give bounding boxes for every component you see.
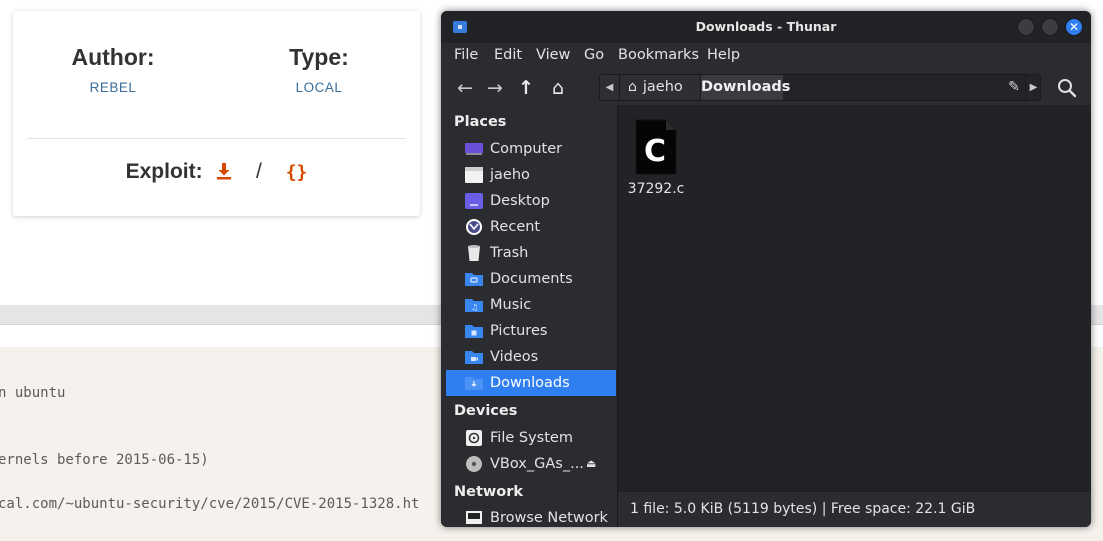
sidebar-item-jaeho[interactable]: jaeho — [446, 162, 616, 188]
toolbar: ← → ↑ ⌂ ◀ ⌂ jaeho Downloads ✎ ▶ — [441, 71, 1091, 105]
menu-go[interactable]: Go — [584, 47, 604, 63]
network-icon — [464, 509, 484, 527]
type-value-link[interactable]: LOCAL — [219, 80, 419, 95]
path-segment-home[interactable]: ⌂ jaeho — [620, 75, 701, 100]
sidebar-item-label: Trash — [490, 245, 529, 261]
path-scroll-right-icon[interactable]: ▶ — [1025, 75, 1041, 100]
file-name: 37292.c — [627, 181, 685, 197]
c-source-file-icon: C — [634, 119, 678, 175]
close-button[interactable]: ✕ — [1065, 18, 1083, 36]
sidebar-item-pictures[interactable]: Pictures — [446, 318, 616, 344]
sidebar-item-desktop[interactable]: Desktop — [446, 188, 616, 214]
music-folder-icon: ♫ — [464, 296, 484, 314]
window-title: Downloads - Thunar — [695, 19, 837, 34]
sidebar-item-downloads[interactable]: Downloads — [446, 370, 616, 396]
forward-arrow-icon[interactable]: → — [483, 76, 507, 100]
exploit-label: Exploit: — [125, 160, 203, 183]
exploit-separator: / — [256, 160, 262, 183]
computer-icon — [464, 140, 484, 158]
videos-folder-icon — [464, 348, 484, 366]
path-scroll-left-icon[interactable]: ◀ — [600, 75, 620, 100]
title-bar[interactable]: Downloads - Thunar ✕ — [441, 11, 1091, 43]
sidebar-item-vbox-gas[interactable]: VBox_GAs_... ⏏ — [446, 451, 616, 477]
card-divider — [27, 138, 406, 139]
sidebar-item-label: jaeho — [490, 167, 530, 183]
menu-file[interactable]: File — [454, 47, 478, 63]
drive-icon — [464, 429, 484, 447]
sidebar-item-label: VBox_GAs_... — [490, 456, 584, 472]
sidebar: Places Computer jaeho Desktop Recent Tra… — [441, 105, 617, 527]
eject-icon[interactable]: ⏏ — [586, 451, 596, 477]
file-view[interactable]: C 37292.c — [618, 105, 1091, 496]
downloads-folder-icon — [464, 374, 484, 392]
path-segment-home-label: jaeho — [642, 79, 683, 95]
code-line: ernels before 2015-06-15) — [0, 452, 209, 468]
author-block: Author: REBEL — [13, 44, 213, 95]
sidebar-item-label: Recent — [490, 219, 541, 235]
optical-disc-icon — [464, 455, 484, 473]
menu-bar: File Edit View Go Bookmarks Help — [441, 43, 1091, 71]
exploit-info-card: Author: REBEL Type: LOCAL Exploit: / {} — [13, 11, 420, 216]
sidebar-item-label: Desktop — [490, 193, 550, 209]
devices-header: Devices — [454, 403, 518, 419]
places-header: Places — [454, 114, 507, 130]
type-label: Type: — [289, 44, 349, 70]
sidebar-item-videos[interactable]: Videos — [446, 344, 616, 370]
sidebar-item-file-system[interactable]: File System — [446, 425, 616, 451]
home-icon: ⌂ — [628, 79, 637, 95]
code-line: cal.com/~ubuntu-security/cve/2015/CVE-20… — [0, 496, 420, 512]
sidebar-item-label: Browse Network — [490, 510, 608, 526]
download-icon[interactable] — [216, 161, 238, 183]
code-line: n ubuntu — [0, 385, 66, 401]
home-folder-icon — [464, 166, 484, 184]
thunar-window: Downloads - Thunar ✕ File Edit View Go B… — [441, 11, 1091, 527]
trash-icon — [464, 244, 484, 262]
maximize-button[interactable] — [1041, 18, 1059, 36]
sidebar-item-label: File System — [490, 430, 573, 446]
network-header: Network — [454, 484, 524, 500]
pictures-folder-icon — [464, 322, 484, 340]
status-bar: 1 file: 5.0 KiB (5119 bytes) | Free spac… — [618, 491, 1091, 527]
status-text: 1 file: 5.0 KiB (5119 bytes) | Free spac… — [630, 501, 976, 517]
sidebar-item-label: Videos — [490, 349, 539, 365]
sidebar-item-trash[interactable]: Trash — [446, 240, 616, 266]
type-block: Type: LOCAL — [219, 44, 419, 95]
exploit-row: Exploit: / {} — [13, 160, 420, 184]
sidebar-item-recent[interactable]: Recent — [446, 214, 616, 240]
sidebar-item-label: Pictures — [490, 323, 548, 339]
sidebar-item-label: Documents — [490, 271, 573, 287]
home-icon[interactable]: ⌂ — [546, 76, 570, 100]
sidebar-item-computer[interactable]: Computer — [446, 136, 616, 162]
sidebar-item-label: Computer — [490, 141, 563, 157]
sidebar-item-documents[interactable]: Documents — [446, 266, 616, 292]
sidebar-item-music[interactable]: ♫ Music — [446, 292, 616, 318]
sidebar-item-browse-network[interactable]: Browse Network — [446, 505, 616, 527]
recent-icon — [464, 218, 484, 236]
author-label: Author: — [71, 44, 155, 70]
sidebar-item-label: Downloads — [490, 375, 570, 391]
file-item[interactable]: C 37292.c — [626, 119, 686, 197]
path-bar: ◀ ⌂ jaeho Downloads ✎ ▶ — [599, 74, 1041, 101]
menu-edit[interactable]: Edit — [494, 47, 522, 63]
menu-help[interactable]: Help — [707, 47, 740, 63]
up-arrow-icon[interactable]: ↑ — [514, 76, 538, 100]
minimize-button[interactable] — [1017, 18, 1035, 36]
desktop-icon — [464, 192, 484, 210]
author-value-link[interactable]: REBEL — [13, 80, 213, 95]
documents-folder-icon — [464, 270, 484, 288]
svg-text:♫: ♫ — [471, 303, 478, 312]
back-arrow-icon[interactable]: ← — [453, 76, 477, 100]
menu-bookmarks[interactable]: Bookmarks — [618, 47, 699, 63]
sidebar-item-label: Music — [490, 297, 532, 313]
edit-location-icon[interactable]: ✎ — [1003, 75, 1025, 100]
view-code-icon[interactable]: {} — [286, 162, 308, 183]
file-icon-letter: C — [644, 134, 666, 169]
menu-view[interactable]: View — [536, 47, 570, 63]
path-segment-current[interactable]: Downloads — [701, 75, 790, 100]
search-icon[interactable] — [1055, 76, 1079, 100]
